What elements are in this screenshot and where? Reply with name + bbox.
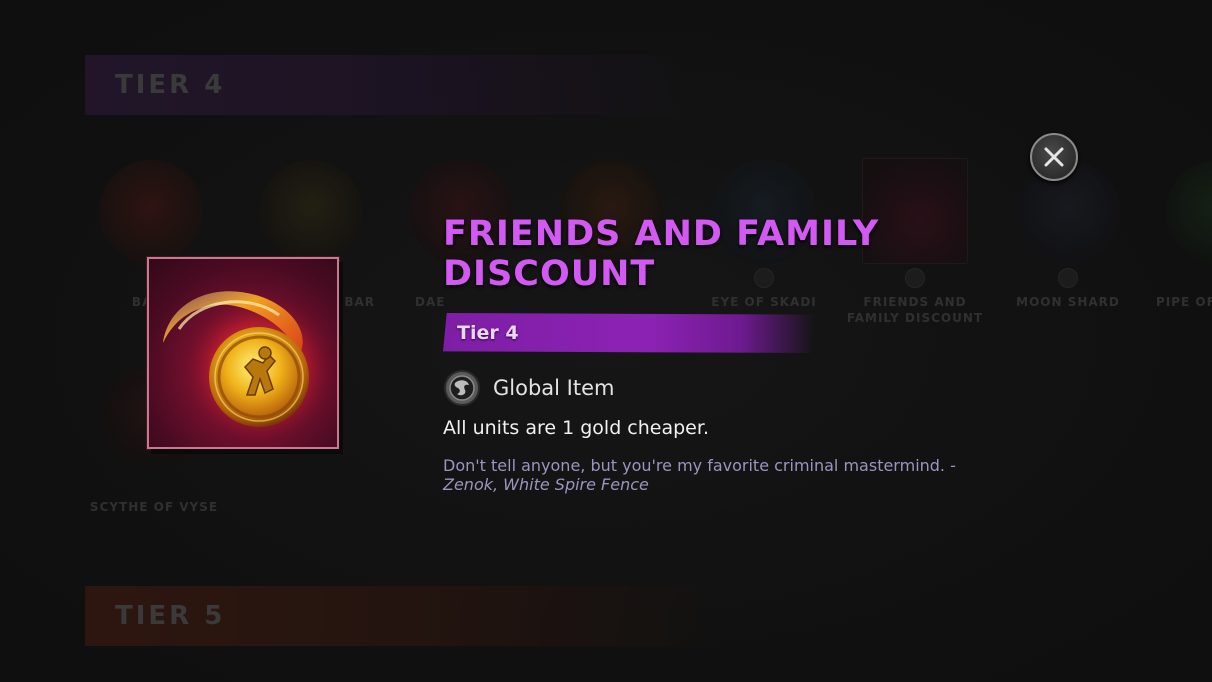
global-item-label: Global Item [493, 376, 615, 400]
item-portrait [147, 257, 339, 449]
item-title: FRIENDS AND FAMILY DISCOUNT [443, 214, 880, 294]
globe-icon [444, 370, 480, 406]
item-lore: Don't tell anyone, but you're my favorit… [443, 456, 1003, 494]
lore-text: Don't tell anyone, but you're my favorit… [443, 456, 956, 475]
global-item-row: Global Item [443, 368, 614, 408]
close-icon [1044, 147, 1064, 167]
gold-coin-icon [163, 289, 337, 447]
item-description: All units are 1 gold cheaper. [443, 417, 709, 439]
underlords-item-screen: TIER 4 BATT BAR DAE EYE OF SKADI FRIENDS… [0, 0, 1212, 682]
close-button[interactable] [1030, 133, 1078, 181]
tier-badge-label: Tier 4 [457, 322, 519, 344]
tier-badge: Tier 4 [443, 313, 815, 353]
lore-author: Zenok, White Spire Fence [443, 475, 649, 494]
